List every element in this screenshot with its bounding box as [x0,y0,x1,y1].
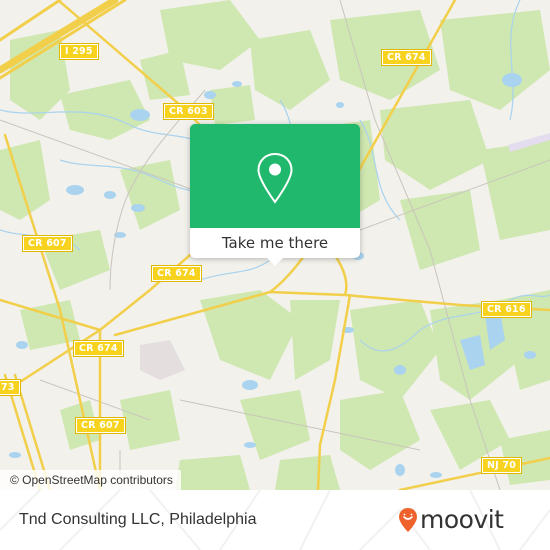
take-me-there-button[interactable]: Take me there [190,228,360,258]
map-pin-icon [257,152,293,204]
road-label-cr603: CR 603 [163,103,214,120]
place-name: Tnd Consulting LLC, Philadelphia [19,511,257,528]
map-attribution[interactable]: © OpenStreetMap contributors [0,470,181,490]
popup-pointer [267,258,283,266]
location-popup: Take me there [190,124,360,266]
road-label-cr674: CR 674 [151,265,202,282]
moovit-wordmark: moovit [420,505,504,534]
road-label-nj70: NJ 70 [480,457,523,474]
road-label-73: 73 [0,379,21,396]
road-label-cr616: CR 616 [481,301,532,318]
road-label-i295: I 295 [59,43,99,60]
map-view[interactable]: I 295 CR 603 CR 674 CR 607 CR 674 CR 674… [0,0,550,490]
road-label-cr607: CR 607 [22,235,73,252]
road-label-cr674: CR 674 [73,340,124,357]
road-label-cr607: CR 607 [75,417,126,434]
popup-header [190,124,360,228]
footer-bar: Tnd Consulting LLC, Philadelphia moovit [0,490,550,550]
moovit-logo[interactable]: moovit [398,504,504,536]
moovit-pin-icon [399,508,417,532]
urban-area [140,340,185,380]
road-label-cr674: CR 674 [381,49,432,66]
